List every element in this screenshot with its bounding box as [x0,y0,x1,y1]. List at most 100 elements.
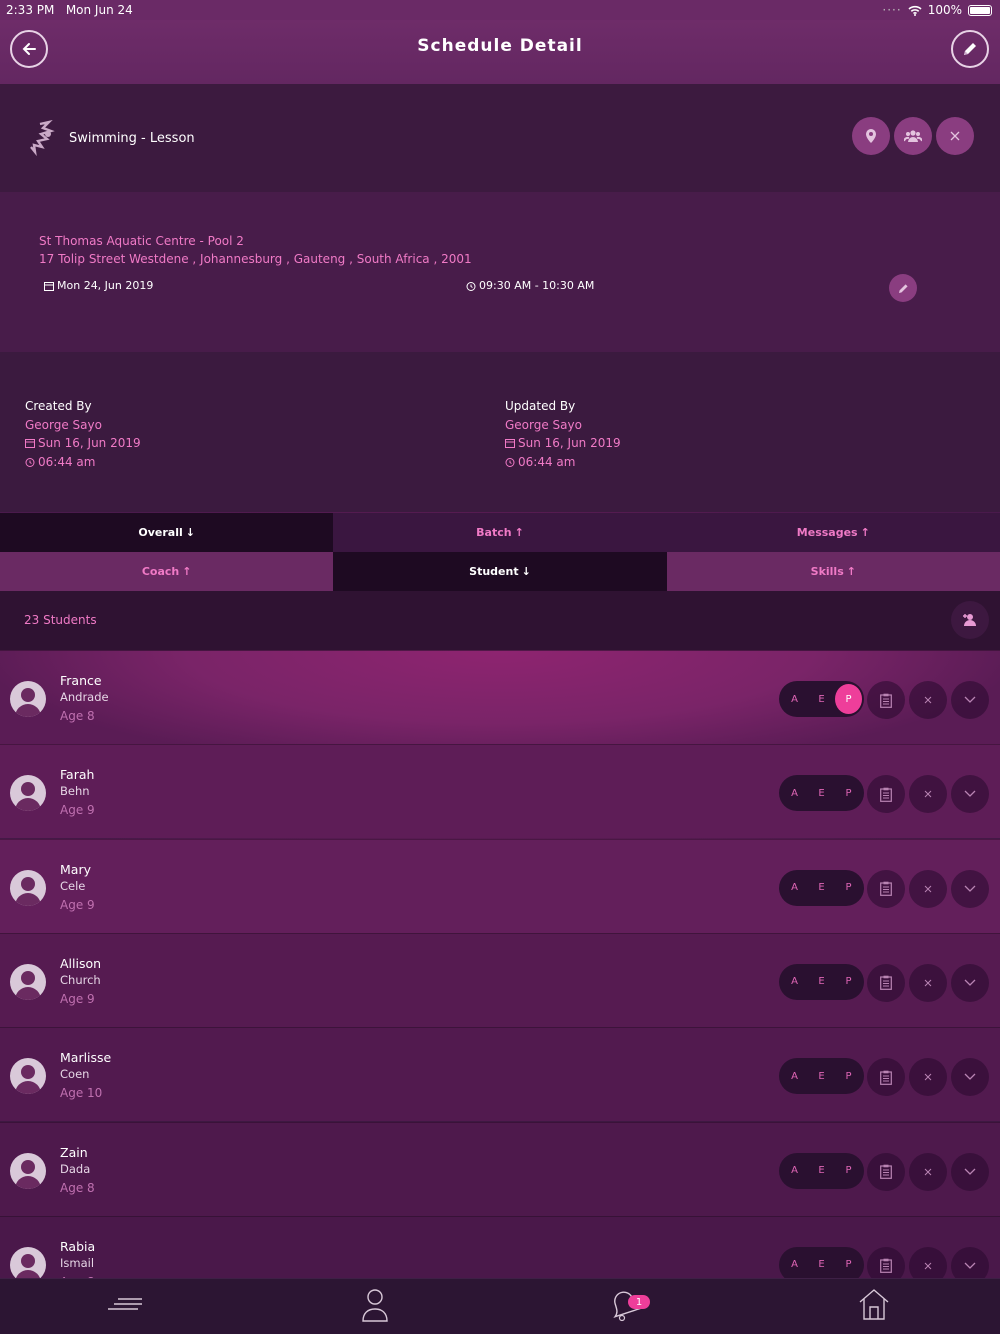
absent-option[interactable]: A [781,967,808,997]
audit-section: Created By George Sayo Sun 16, Jun 2019 … [0,352,1000,512]
tab-row-primary: Overall ↓ Batch ↑ Messages ↑ [0,513,1000,552]
notes-button[interactable] [867,681,905,719]
student-age: Age 9 [60,991,95,1006]
tab-coach[interactable]: Coach ↑ [0,552,334,591]
notes-button[interactable] [867,775,905,814]
close-icon [924,790,932,798]
notes-button[interactable] [867,1246,905,1278]
activity-section: Swimming - Lesson [0,84,1000,192]
clipboard-icon [880,1164,892,1179]
present-option[interactable]: P [835,873,862,903]
location-button[interactable] [852,117,890,155]
student-first-name: Zain [60,1144,88,1160]
venue-section: St Thomas Aquatic Centre - Pool 2 17 Tol… [0,192,1000,352]
remove-button[interactable] [909,1246,947,1278]
clipboard-icon [880,693,892,708]
excused-option[interactable]: E [808,684,835,714]
cancel-button[interactable] [936,117,974,155]
chevron-down-icon [964,885,976,892]
nav-menu[interactable] [104,1295,148,1317]
clipboard-icon [880,881,892,896]
tab-messages[interactable]: Messages ↑ [666,513,1000,552]
created-by-block: Created By George Sayo Sun 16, Jun 2019 … [25,397,141,471]
edit-venue-button[interactable] [889,274,917,302]
student-row: RabiaIsmailAge 8AEP [0,1215,1000,1278]
excused-option[interactable]: E [808,1156,835,1186]
nav-home[interactable] [858,1287,890,1325]
nav-profile[interactable] [360,1287,390,1327]
chevron-down-icon [964,1073,976,1081]
tab-overall[interactable]: Overall ↓ [0,513,334,552]
student-first-name: Allison [60,955,102,971]
expand-button[interactable] [951,963,989,1002]
edit-button[interactable] [951,30,989,68]
remove-button[interactable] [909,869,947,908]
expand-button[interactable] [951,1152,989,1191]
status-bar: 2:33 PM Mon Jun 24 ···· 100% [0,0,1000,20]
students-header: 23 Students [0,591,1000,650]
notes-button[interactable] [867,1058,905,1097]
close-icon [924,1073,932,1081]
nav-notifications[interactable]: 1 [608,1287,650,1327]
calendar-icon [25,439,35,449]
header: Schedule Detail [0,20,1000,84]
absent-option[interactable]: A [781,1250,808,1278]
expand-button[interactable] [951,681,989,719]
remove-button[interactable] [909,1152,947,1191]
absent-option[interactable]: A [781,1156,808,1186]
present-option[interactable]: P [835,778,862,808]
add-student-button[interactable] [951,601,989,639]
notes-button[interactable] [867,963,905,1002]
avatar [10,963,46,1000]
remove-button[interactable] [909,681,947,719]
student-last-name: Andrade [60,690,109,704]
absent-option[interactable]: A [781,778,808,808]
student-age: Age 9 [60,897,95,912]
excused-option[interactable]: E [808,873,835,903]
remove-button[interactable] [909,1058,947,1097]
student-last-name: Dada [60,1161,91,1176]
excused-option[interactable]: E [808,778,835,808]
absent-option[interactable]: A [781,684,808,714]
tab-batch[interactable]: Batch ↑ [333,513,667,552]
attendance-toggle: AEP [779,1152,864,1189]
expand-button[interactable] [951,1246,989,1278]
tab-skills[interactable]: Skills ↑ [666,552,1000,591]
student-row: Marlisse Coen Age 10 A E P [0,1027,1000,1122]
wifi-icon [908,5,922,16]
tab-student[interactable]: Student ↓ [333,552,667,591]
absent-option[interactable]: A [781,1061,808,1091]
updated-time: 06:44 am [518,454,576,469]
notes-button[interactable] [867,869,905,908]
activity-name: Swimming - Lesson [69,131,195,146]
remove-button[interactable] [909,963,947,1002]
attendance-toggle: AEP [779,869,864,906]
notes-button[interactable] [867,1152,905,1191]
absent-option[interactable]: A [781,873,808,903]
student-first-name: France [60,673,102,688]
expand-button[interactable] [951,869,989,908]
updated-by-name: George Sayo [505,417,582,432]
remove-button[interactable] [909,775,947,814]
close-icon [924,885,932,892]
present-option[interactable]: P [835,1061,862,1091]
present-option[interactable]: P [835,1250,862,1278]
battery-percent: 100% [927,3,962,17]
excused-option[interactable]: E [808,1061,835,1091]
present-option[interactable]: P [835,1156,862,1186]
created-time: 06:44 am [38,454,96,469]
expand-button[interactable] [951,775,989,814]
students-count: 23 Students [24,613,97,627]
created-by-label: Created By [25,399,92,413]
excused-option[interactable]: E [808,1250,835,1278]
person-icon [15,782,41,812]
excused-option[interactable]: E [808,967,835,997]
group-button[interactable] [894,117,932,155]
present-option[interactable]: P [835,967,862,997]
student-row: Allison Church Age 9 AEP [0,932,1000,1027]
present-option[interactable]: P [835,684,862,714]
expand-button[interactable] [951,1058,989,1097]
updated-by-block: Updated By George Sayo Sun 16, Jun 2019 … [505,397,621,471]
attendance-toggle: AEP [779,681,864,717]
alarm-clock-icon [466,281,476,291]
